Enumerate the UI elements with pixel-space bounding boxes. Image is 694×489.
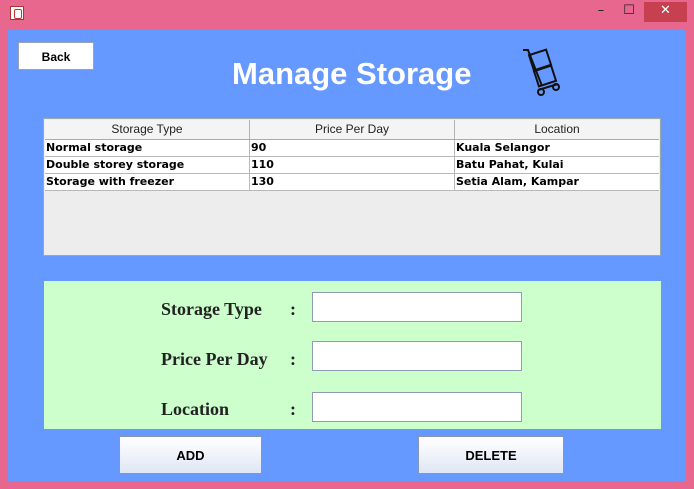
column-header-location[interactable]: Location: [455, 120, 659, 139]
location-input[interactable]: [312, 392, 522, 422]
column-header-price-per-day[interactable]: Price Per Day: [250, 120, 455, 139]
cell-storage-type[interactable]: Double storey storage: [45, 157, 250, 173]
cell-price[interactable]: 110: [250, 157, 455, 173]
cell-location[interactable]: Kuala Selangor: [455, 140, 659, 156]
window-titlebar: – ☐ ✕: [0, 0, 694, 30]
close-button[interactable]: ✕: [644, 2, 687, 22]
price-per-day-colon: :: [290, 349, 296, 369]
table-row[interactable]: Normal storage 90 Kuala Selangor: [45, 140, 659, 157]
storage-table: Storage Type Price Per Day Location Norm…: [43, 118, 661, 256]
price-per-day-label: Price Per Day: [161, 349, 268, 369]
storage-type-label: Storage Type: [161, 299, 262, 319]
page-title: Manage Storage: [232, 56, 472, 91]
cell-price[interactable]: 130: [250, 174, 455, 190]
price-per-day-input[interactable]: [312, 341, 522, 371]
location-colon: :: [290, 399, 296, 419]
cell-storage-type[interactable]: Normal storage: [45, 140, 250, 156]
table-body: Normal storage 90 Kuala Selangor Double …: [45, 140, 659, 191]
minimize-button[interactable]: –: [588, 2, 614, 22]
table-row[interactable]: Double storey storage 110 Batu Pahat, Ku…: [45, 157, 659, 174]
java-app-icon: [10, 6, 24, 20]
add-button[interactable]: ADD: [119, 436, 262, 474]
cell-storage-type[interactable]: Storage with freezer: [45, 174, 250, 190]
column-header-storage-type[interactable]: Storage Type: [45, 120, 250, 139]
cell-price[interactable]: 90: [250, 140, 455, 156]
location-label: Location: [161, 399, 230, 419]
cart-icon: [523, 48, 560, 96]
table-row[interactable]: Storage with freezer 130 Setia Alam, Kam…: [45, 174, 659, 191]
maximize-button[interactable]: ☐: [616, 2, 642, 22]
delete-button[interactable]: DELETE: [418, 436, 564, 474]
cell-location[interactable]: Setia Alam, Kampar: [455, 174, 659, 190]
cell-location[interactable]: Batu Pahat, Kulai: [455, 157, 659, 173]
storage-form-panel: Storage Type : Price Per Day : Location …: [44, 281, 661, 429]
storage-type-input[interactable]: [312, 292, 522, 322]
storage-type-colon: :: [290, 299, 296, 319]
table-header: Storage Type Price Per Day Location: [45, 120, 659, 140]
window-content: Back Manage Storage Storage Type Price P…: [8, 30, 686, 481]
back-button[interactable]: Back: [18, 42, 94, 70]
